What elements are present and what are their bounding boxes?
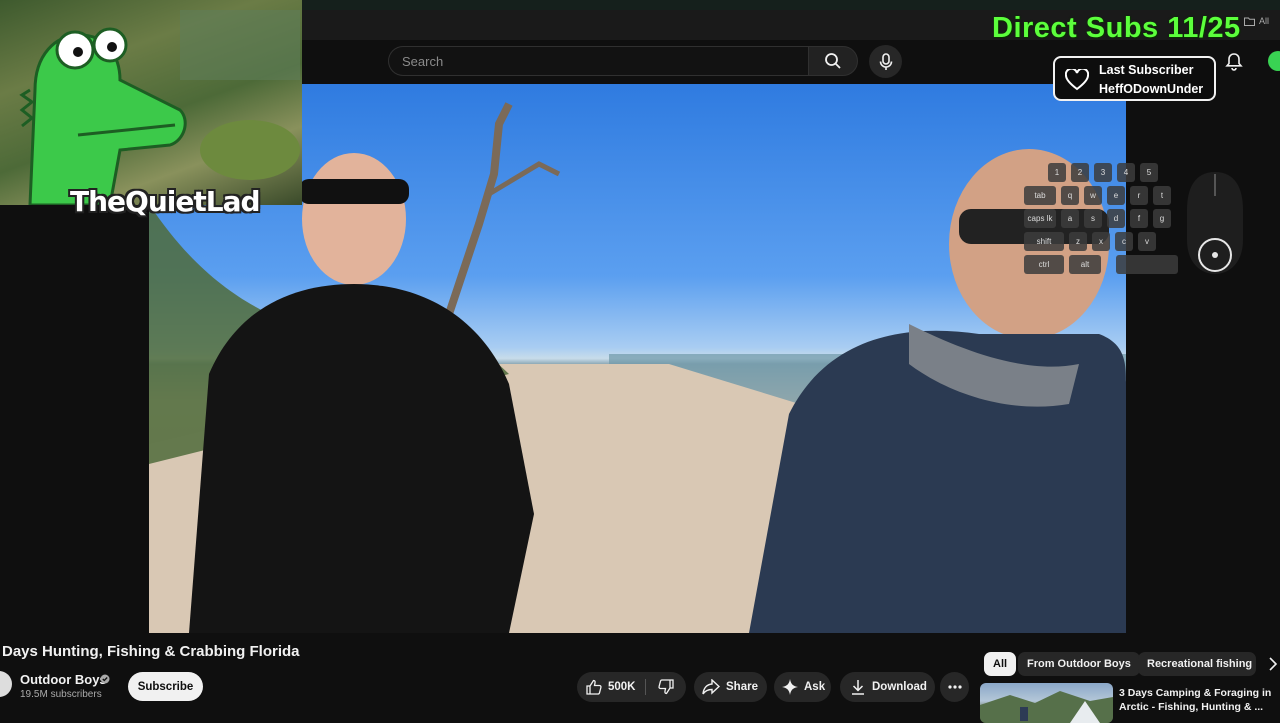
key-q: q [1061,186,1079,205]
share-icon [702,679,720,695]
share-label: Share [726,681,758,693]
streamer-name: TheQuietLad [70,185,261,218]
subscriber-goal: Direct Subs 11/25 [992,12,1241,44]
streamer-overlay [0,0,302,205]
like-count: 500K [608,681,636,693]
dislike-button[interactable] [646,672,686,702]
key-3: 3 [1094,163,1112,182]
key-g: g [1153,209,1171,228]
share-button[interactable]: Share [694,672,767,702]
bell-icon [1225,53,1243,71]
top-strip [302,0,1280,10]
key-4: 4 [1117,163,1135,182]
recommendation-title[interactable]: 3 Days Camping & Foraging in Arctic - Fi… [1119,686,1277,714]
subscriber-count: 19.5M subscribers [20,689,102,700]
key-d: d [1107,209,1125,228]
key-v: v [1138,232,1156,251]
notifications-button[interactable] [1225,52,1243,77]
thumbnail-image [980,691,1113,723]
key-space [1116,255,1178,274]
ask-button[interactable]: Ask [774,672,831,702]
key-w: w [1084,186,1102,205]
search-input[interactable]: Search [388,46,808,76]
chevron-right-icon[interactable] [1268,657,1278,671]
channel-avatar[interactable] [0,671,12,697]
mouse-overlay [1183,168,1247,283]
bookmarks-folder[interactable]: All [1244,16,1269,26]
chip-recreational-fishing[interactable]: Recreational fishing [1138,652,1256,676]
key-x: x [1092,232,1110,251]
sparkle-icon [782,679,798,695]
voice-search-button[interactable] [869,45,902,78]
last-subscriber-name: HeffODownUnder [1099,82,1204,96]
chip-from-channel[interactable]: From Outdoor Boys [1018,652,1140,676]
channel-name[interactable]: Outdoor Boys [20,672,107,687]
ask-label: Ask [804,681,826,693]
crocodile-mascot [19,10,300,205]
key-5: 5 [1140,163,1158,182]
key-alt: alt [1069,255,1101,274]
chip-all[interactable]: All [984,652,1017,676]
last-subscriber-panel: Last Subscriber HeffODownUnder [1053,56,1216,101]
thumbs-down-icon [658,679,674,695]
bookmarks-folder-label: All [1259,16,1270,26]
recommendation-thumbnail[interactable] [980,683,1113,723]
key-tab: tab [1024,186,1056,205]
more-actions-button[interactable] [940,672,969,702]
like-button[interactable]: 500K [577,672,645,702]
key-ctrl: ctrl [1024,255,1064,274]
subscribe-button[interactable]: Subscribe [128,672,203,701]
key-a: a [1061,209,1079,228]
key-2: 2 [1071,163,1089,182]
folder-icon [1244,17,1255,26]
key-shift: shift [1024,232,1064,251]
microphone-icon [879,52,892,70]
search-button[interactable] [808,46,858,76]
key-t: t [1153,186,1171,205]
key-z: z [1069,232,1087,251]
key-1: 1 [1048,163,1066,182]
key-caps-lk: caps lk [1024,209,1056,228]
last-subscriber-label: Last Subscriber [1099,63,1194,77]
verified-icon [100,674,110,684]
like-dislike-group: 500K [577,672,686,702]
more-horizontal-icon [947,685,962,689]
search-placeholder: Search [402,54,444,69]
download-button[interactable]: Download [840,672,935,702]
mouse-icon [1187,172,1243,274]
key-c: c [1115,232,1133,251]
key-r: r [1130,186,1148,205]
key-e: e [1107,186,1125,205]
key-f: f [1130,209,1148,228]
video-title: Days Hunting, Fishing & Crabbing Florida [2,643,300,660]
heart-icon [1065,69,1089,91]
key-s: s [1084,209,1102,228]
download-icon [852,680,864,695]
download-label: Download [872,681,927,693]
thumbs-up-icon [586,679,602,695]
search-icon [825,53,841,69]
keyboard-overlay: 1 2 3 4 5 tab q w e r t caps lk a s d f g shift z x c v ctrl al… [1024,163,1184,278]
